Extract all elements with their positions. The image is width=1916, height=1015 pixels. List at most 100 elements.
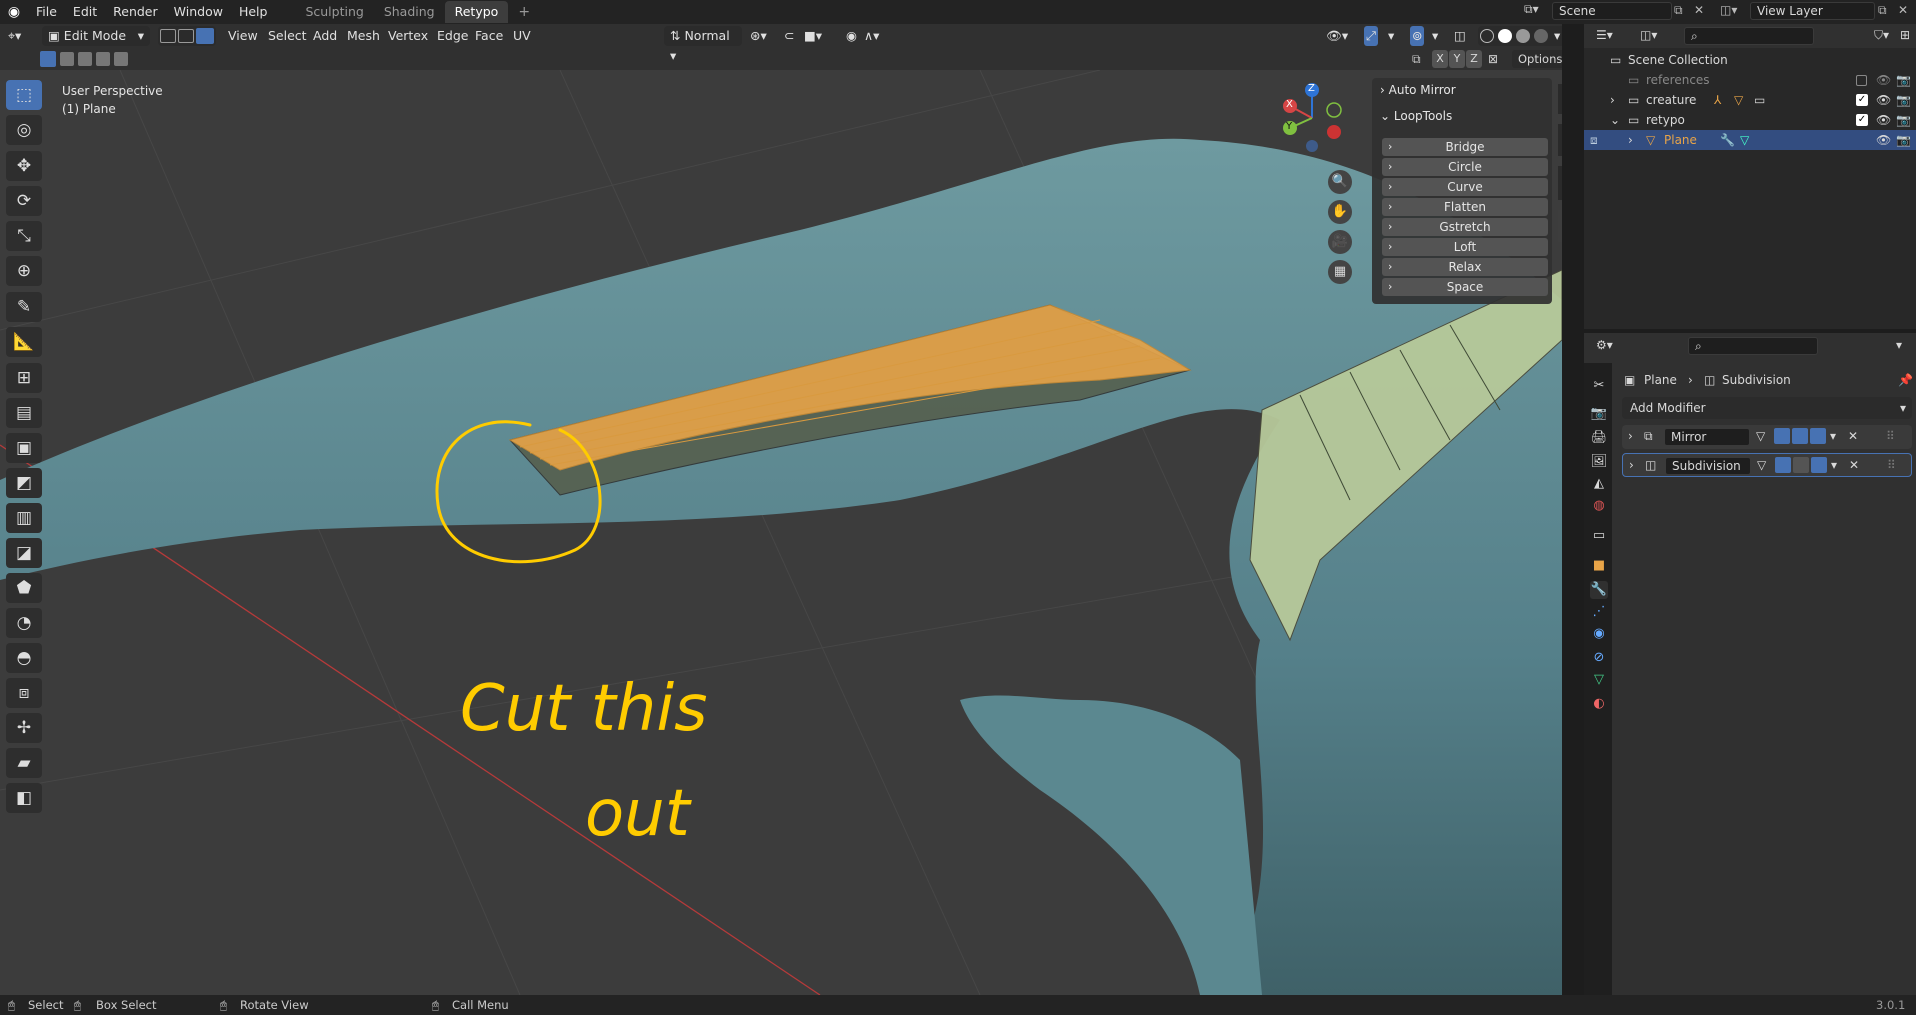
menu-edge[interactable]: Edge xyxy=(437,26,468,46)
object-tab-icon[interactable]: ■ xyxy=(1590,557,1608,575)
scene-collection-row[interactable]: ▭ Scene Collection xyxy=(1584,50,1916,70)
curve-button[interactable]: › Curve xyxy=(1382,178,1548,196)
material-shading-icon[interactable] xyxy=(1516,29,1530,43)
chevron-down-icon[interactable]: ▾ xyxy=(1432,26,1438,46)
remove-scene-icon[interactable]: ✕ xyxy=(1694,3,1704,17)
topology-mirror-icon[interactable]: ⊠ xyxy=(1488,52,1498,66)
menu-edit[interactable]: Edit xyxy=(65,0,105,24)
falloff-icon[interactable]: ∧▾ xyxy=(864,26,879,46)
looptools-panel-header[interactable]: ⌄ LoopTools xyxy=(1372,104,1552,128)
select-box-icon[interactable]: ⬚ xyxy=(6,80,42,110)
menu-mesh[interactable]: Mesh xyxy=(347,26,380,46)
close-icon[interactable]: ✕ xyxy=(1848,429,1858,443)
measure-icon[interactable]: 📐 xyxy=(6,327,42,357)
physics-tab-icon[interactable]: ◉ xyxy=(1590,625,1608,643)
add-cube-icon[interactable]: ⊞ xyxy=(6,363,42,393)
blender-logo-icon[interactable]: ◉ xyxy=(0,4,28,20)
extrude-icon[interactable]: ▤ xyxy=(6,398,42,428)
outliner-row-references[interactable]: ▭ references 👁 📷 xyxy=(1584,70,1916,90)
modifier-mirror[interactable]: › ⧉ Mirror ▽ ▾ ✕ ⠿ xyxy=(1622,425,1912,449)
close-icon[interactable]: ✕ xyxy=(1849,458,1859,472)
new-view-layer-icon[interactable]: ⧉ xyxy=(1878,3,1887,18)
tab-shading[interactable]: Shading xyxy=(374,1,445,23)
pivot-icon[interactable]: ⊛▾ xyxy=(750,26,767,46)
shrink-fatten-icon[interactable]: ✢ xyxy=(6,713,42,743)
render-camera-icon[interactable]: 📷 xyxy=(1896,90,1911,110)
tab-retypo[interactable]: Retypo xyxy=(444,1,509,23)
data-tab-icon[interactable]: ▽ xyxy=(1590,671,1608,689)
render-camera-icon[interactable]: 📷 xyxy=(1896,110,1911,130)
expand-arrow-icon[interactable]: › xyxy=(1628,429,1633,443)
menu-face[interactable]: Face xyxy=(475,26,503,46)
spin-icon[interactable]: ◔ xyxy=(6,608,42,638)
face-select-icon[interactable] xyxy=(196,28,214,44)
render-camera-icon[interactable]: 📷 xyxy=(1896,70,1911,90)
snap-target-icon[interactable]: ■▾ xyxy=(804,26,822,46)
camera-icon[interactable]: 🎥 xyxy=(1328,230,1352,254)
chevron-down-icon[interactable]: ▾ xyxy=(1896,338,1902,352)
inset-icon[interactable]: ▣ xyxy=(6,433,42,463)
mirror-x-toggle[interactable]: X xyxy=(1432,50,1448,68)
render-toggle-icon[interactable] xyxy=(1811,457,1827,473)
chevron-down-icon[interactable]: ▾ xyxy=(1554,26,1560,46)
mirror-z-toggle[interactable]: Z xyxy=(1466,50,1482,68)
menu-render[interactable]: Render xyxy=(105,0,166,24)
edit-mode-cage-icon[interactable]: ▽ xyxy=(1756,429,1765,443)
select-extend-icon[interactable] xyxy=(60,52,74,66)
loft-button[interactable]: › Loft xyxy=(1382,238,1548,256)
rendered-shading-icon[interactable] xyxy=(1534,29,1548,43)
solid-shading-icon[interactable] xyxy=(1498,29,1512,43)
vertex-select-icon[interactable] xyxy=(160,29,176,43)
render-toggle-icon[interactable] xyxy=(1810,428,1826,444)
eye-icon[interactable]: 👁 xyxy=(1876,90,1891,110)
outliner-row-retypo[interactable]: ⌄ ▭ retypo ✓ 👁 📷 xyxy=(1584,110,1916,130)
material-tab-icon[interactable]: ◐ xyxy=(1590,695,1608,713)
add-modifier-dropdown[interactable]: Add Modifier ▾ xyxy=(1622,397,1912,419)
view-layer-tab-icon[interactable]: 🖼 xyxy=(1590,453,1608,471)
include-checkbox[interactable]: ✓ xyxy=(1856,94,1868,106)
mode-dropdown[interactable]: ▣ Edit Mode ▾ xyxy=(42,26,150,46)
expand-arrow-icon[interactable]: › xyxy=(1629,458,1634,472)
properties-editor-icon[interactable]: ⚙▾ xyxy=(1596,338,1613,352)
menu-select[interactable]: Select xyxy=(268,26,307,46)
select-new-icon[interactable] xyxy=(40,51,56,67)
flatten-button[interactable]: › Flatten xyxy=(1382,198,1548,216)
remove-view-layer-icon[interactable]: ✕ xyxy=(1898,3,1908,17)
gizmo-toggle-icon[interactable]: ⤢ xyxy=(1364,26,1379,46)
select-subtract-icon[interactable] xyxy=(78,52,92,66)
shear-icon[interactable]: ▰ xyxy=(6,748,42,778)
outliner-editor-icon[interactable]: ☰▾ xyxy=(1596,28,1613,42)
include-checkbox[interactable]: ✓ xyxy=(1856,114,1868,126)
zoom-icon[interactable]: 🔍 xyxy=(1328,170,1352,194)
mirror-y-toggle[interactable]: Y xyxy=(1449,50,1465,68)
knife-icon[interactable]: ◪ xyxy=(6,538,42,568)
constraints-tab-icon[interactable]: ⊘ xyxy=(1590,649,1608,667)
menu-vertex[interactable]: Vertex xyxy=(388,26,428,46)
xray-icon[interactable]: ◫ xyxy=(1454,26,1466,46)
menu-view[interactable]: View xyxy=(228,26,258,46)
3d-viewport[interactable]: Cut this out User Perspective (1) Plane … xyxy=(0,70,1562,995)
navigation-gizmo[interactable]: Z X Y xyxy=(1276,82,1348,154)
outliner-search-input[interactable]: ⌕ xyxy=(1684,27,1814,45)
scale-icon[interactable]: ⤡ xyxy=(6,221,42,251)
view-layer-field[interactable]: View Layer xyxy=(1750,2,1875,20)
transform-orientation-dropdown[interactable]: ⇅ Normal ▾ xyxy=(664,26,742,63)
circle-button[interactable]: › Circle xyxy=(1382,158,1548,176)
eye-icon[interactable]: 👁 xyxy=(1876,130,1891,150)
edit-mode-cage-icon[interactable]: ▽ xyxy=(1757,458,1766,472)
add-workspace-icon[interactable]: + xyxy=(508,1,540,23)
loop-cut-icon[interactable]: ▥ xyxy=(6,503,42,533)
render-tab-icon[interactable]: 📷 xyxy=(1590,405,1608,423)
view-layer-icon[interactable]: ◫▾ xyxy=(1720,3,1737,17)
properties-search-input[interactable]: ⌕ xyxy=(1688,337,1818,355)
outliner-row-creature[interactable]: › ▭ creature ⅄ ▽ ▭ ✓ 👁 📷 xyxy=(1584,90,1916,110)
eye-icon[interactable]: 👁 xyxy=(1876,110,1891,130)
modifier-name-field[interactable]: Subdivision xyxy=(1665,457,1751,475)
pin-icon[interactable]: 📌 xyxy=(1898,373,1913,387)
grid-perspective-icon[interactable]: ▦ xyxy=(1328,260,1352,284)
transform-icon[interactable]: ⊕ xyxy=(6,256,42,286)
scene-tab-icon[interactable]: ◭ xyxy=(1590,475,1608,493)
rotate-icon[interactable]: ⟳ xyxy=(6,186,42,216)
poly-build-icon[interactable]: ⬟ xyxy=(6,573,42,603)
edge-select-icon[interactable] xyxy=(178,29,194,43)
